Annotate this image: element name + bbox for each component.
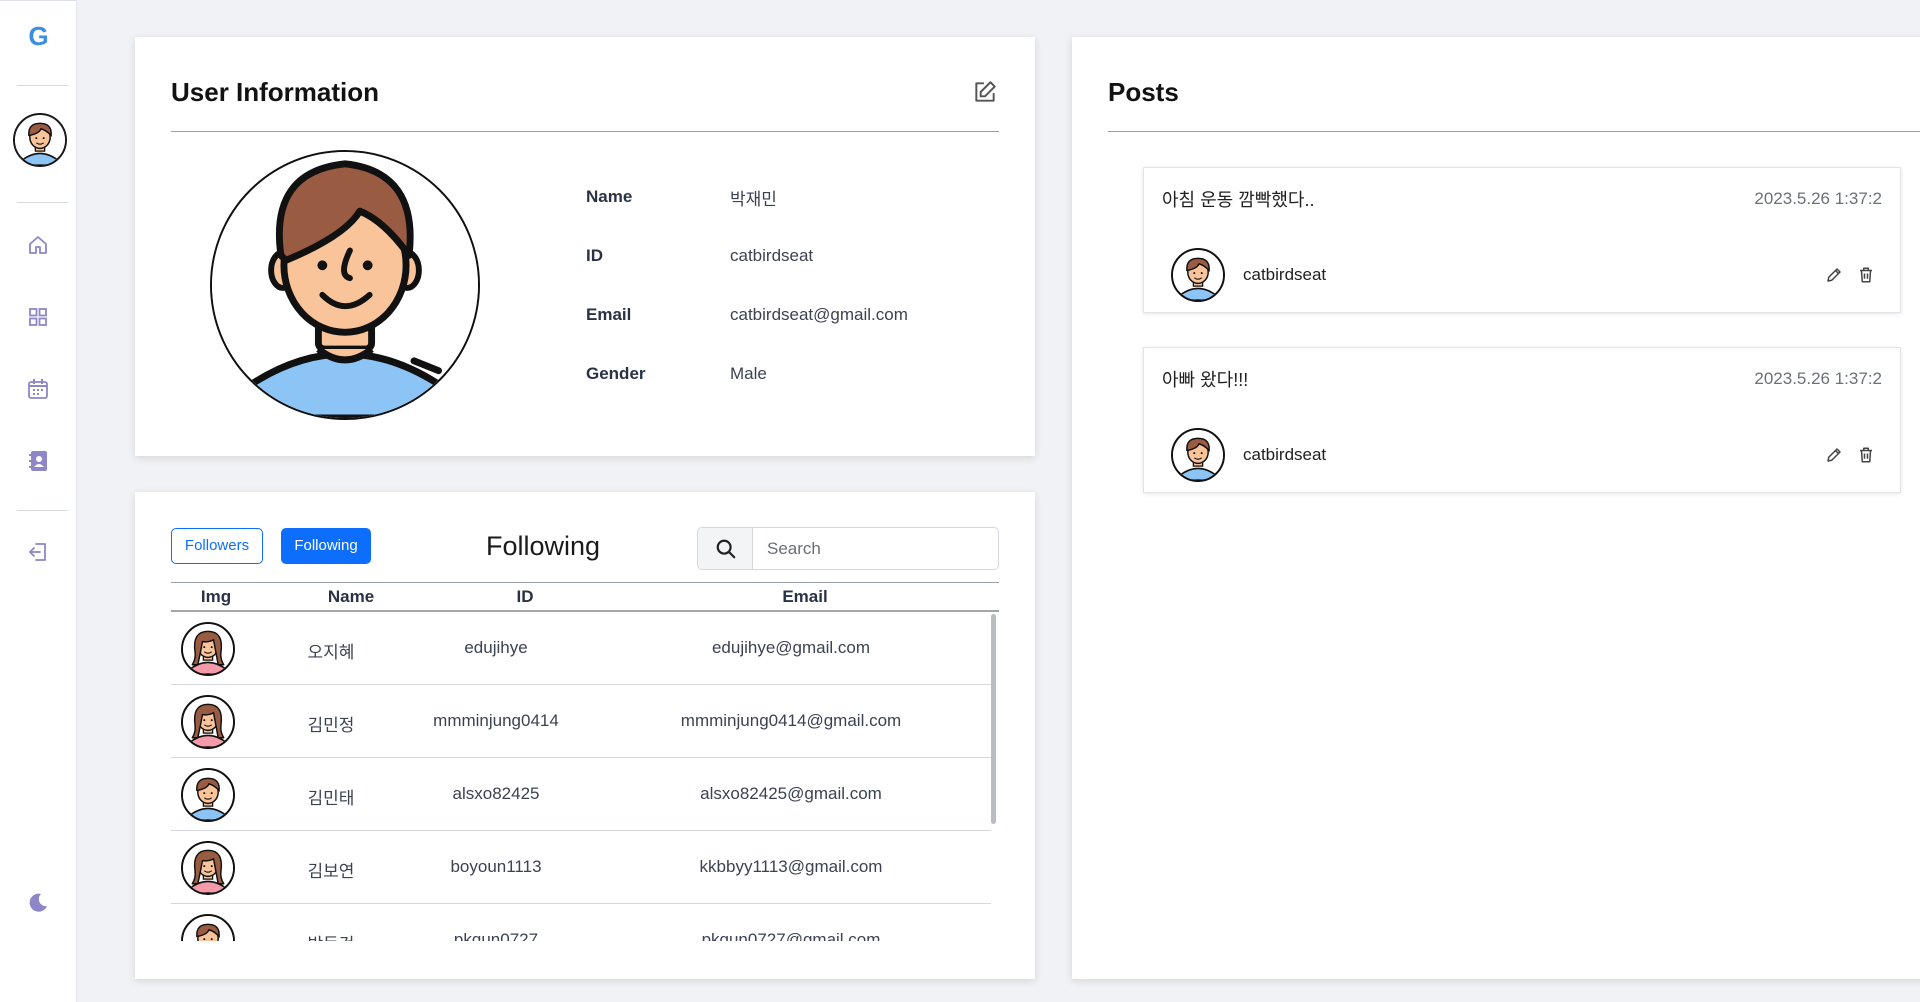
row-id: mmminjung0414 — [433, 711, 559, 730]
trash-icon[interactable] — [1857, 446, 1875, 464]
id-label: ID — [586, 246, 603, 265]
card-divider — [1108, 131, 1920, 132]
post-text: 아빠 왔다!!! — [1162, 370, 1249, 390]
row-email: edujihye@gmail.com — [711, 638, 871, 657]
name-value: 박재민 — [730, 190, 777, 209]
search-box — [697, 527, 999, 570]
male-avatar-icon — [183, 770, 233, 820]
row-id: pkgun0727 — [453, 930, 539, 941]
post-username: catbirdseat — [1243, 445, 1327, 464]
user-info-title: User Information — [171, 77, 380, 107]
male-avatar-icon — [1173, 250, 1223, 300]
row-email: kkbbyy1113@gmail.com — [699, 857, 883, 876]
row-name: 김민정 — [307, 716, 355, 735]
row-avatar — [181, 622, 235, 676]
sidebar-divider — [17, 202, 68, 203]
table-row[interactable]: 김보연 boyoun1113 kkbbyy1113@gmail.com — [171, 831, 991, 904]
post-item: 아침 운동 깜빡했다.. 2023.5.26 1:37:2 catbirdsea… — [1143, 167, 1901, 313]
post-date: 2023.5.26 1:37:2 — [1754, 189, 1882, 208]
post-item: 아빠 왔다!!! 2023.5.26 1:37:2 catbirdseat — [1143, 347, 1901, 493]
row-name: 박동건 — [271, 930, 391, 941]
app-logo[interactable]: G — [0, 21, 77, 52]
female-avatar-icon — [183, 697, 233, 747]
moon-icon[interactable] — [26, 891, 50, 915]
post-avatar — [1171, 428, 1225, 482]
row-name: 김보연 — [307, 862, 355, 881]
row-email: alsxo82425@gmail.com — [700, 784, 882, 803]
posts-title: Posts — [1108, 77, 1179, 107]
male-avatar-icon — [1173, 430, 1223, 480]
row-email: mmminjung0414@gmail.com — [680, 711, 902, 730]
female-avatar-icon — [183, 624, 233, 674]
table-row[interactable]: 박동건 pkgun0727 pkgun0727@gmail.com — [171, 904, 991, 941]
row-email: pkgun0727@gmail.com — [701, 930, 881, 941]
column-header-img: Img — [200, 587, 232, 606]
column-header-email: Email — [782, 587, 828, 606]
table-scrollbar[interactable] — [991, 614, 996, 824]
table-row[interactable]: 김민정 mmminjung0414 mmminjung0414@gmail.co… — [171, 685, 991, 758]
search-icon — [716, 539, 736, 559]
row-avatar — [181, 841, 235, 895]
pencil-icon[interactable] — [1825, 446, 1843, 464]
user-info-card: User Information Name 박재민 ID catbirdseat… — [135, 37, 1035, 456]
post-date: 2023.5.26 1:37:2 — [1754, 369, 1882, 388]
male-avatar-icon — [183, 916, 233, 941]
row-name: 오지혜 — [307, 643, 355, 662]
male-avatar-icon — [15, 115, 65, 165]
posts-card: Posts 아침 운동 깜빡했다.. 2023.5.26 1:37:2 catb… — [1072, 37, 1920, 979]
contacts-icon[interactable] — [26, 449, 50, 473]
name-label: Name — [586, 187, 633, 206]
profile-avatar — [210, 150, 480, 420]
id-value: catbirdseat — [730, 246, 814, 265]
following-table-body[interactable]: 오지혜 edujihye edujihye@gmail.com 김민정 mmmi… — [171, 612, 991, 941]
follow-card: Followers Following Following Img Name I… — [135, 492, 1035, 979]
sidebar-avatar[interactable] — [13, 113, 67, 167]
edit-profile-icon[interactable] — [972, 79, 998, 105]
gender-value: Male — [730, 364, 767, 383]
email-value: catbirdseat@gmail.com — [730, 305, 908, 324]
row-name: 김민태 — [307, 789, 355, 808]
table-row[interactable]: 김민태 alsxo82425 alsxo82425@gmail.com — [171, 758, 991, 831]
followers-button[interactable]: Followers — [171, 528, 263, 564]
email-label: Email — [586, 305, 632, 324]
card-divider — [171, 131, 999, 132]
pencil-icon[interactable] — [1825, 266, 1843, 284]
row-id: edujihye — [464, 638, 528, 657]
grid-icon[interactable] — [26, 305, 50, 329]
male-avatar-icon — [212, 152, 478, 418]
post-avatar — [1171, 248, 1225, 302]
follow-list-title: Following — [486, 531, 601, 561]
post-username: catbirdseat — [1243, 265, 1327, 284]
row-avatar — [181, 768, 235, 822]
sidebar: G — [0, 0, 77, 1002]
table-row[interactable]: 오지혜 edujihye edujihye@gmail.com — [171, 612, 991, 685]
sidebar-divider — [17, 85, 68, 86]
column-header-name: Name — [327, 587, 375, 606]
search-input[interactable] — [753, 528, 998, 569]
table-top-rule — [171, 582, 999, 583]
row-id: alsxo82425 — [452, 784, 540, 803]
row-id: boyoun1113 — [450, 857, 542, 876]
home-icon[interactable] — [26, 233, 50, 257]
search-button[interactable] — [698, 528, 753, 569]
female-avatar-icon — [183, 843, 233, 893]
post-text: 아침 운동 깜빡했다.. — [1162, 190, 1315, 210]
row-avatar — [181, 695, 235, 749]
gender-label: Gender — [586, 364, 646, 383]
calendar-icon[interactable] — [26, 377, 50, 401]
following-button[interactable]: Following — [281, 528, 371, 564]
logout-icon[interactable] — [26, 540, 50, 564]
sidebar-divider — [17, 510, 68, 511]
column-header-id: ID — [516, 587, 534, 606]
row-avatar — [181, 914, 235, 941]
trash-icon[interactable] — [1857, 266, 1875, 284]
